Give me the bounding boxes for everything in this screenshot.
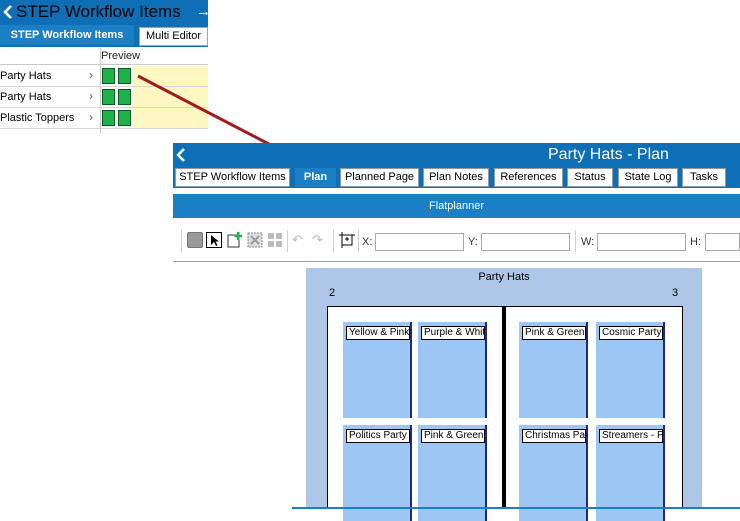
select-pointer-icon[interactable] — [206, 232, 222, 248]
back-chevron-icon[interactable] — [2, 4, 14, 20]
row-label: Plastic Toppers — [0, 112, 75, 124]
tab-plan[interactable]: Plan — [295, 168, 336, 187]
toolbar-separator — [333, 230, 334, 252]
toolbar-separator — [358, 230, 359, 252]
width-label: W: — [581, 236, 595, 248]
column-header-preview: Preview — [101, 50, 141, 62]
tab-status[interactable]: Status — [567, 168, 613, 187]
x-input[interactable] — [375, 233, 464, 251]
x-label: X: — [362, 236, 373, 248]
chevron-right-icon[interactable]: › — [89, 89, 93, 103]
item-label: Pink & Green P — [522, 326, 586, 340]
add-item-icon[interactable] — [227, 232, 243, 248]
tab-planned-page[interactable]: Planned Page — [340, 168, 419, 187]
item-label: Pink & Green P — [421, 429, 485, 443]
toolbar-separator — [181, 230, 182, 252]
item-label: Politics Party H — [346, 429, 410, 443]
grid-column-divider — [100, 48, 101, 133]
flatplanner-section-title: Flatplanner — [173, 194, 740, 218]
workflow-title: STEP Workflow Items — [16, 2, 181, 21]
tab-references[interactable]: References — [494, 168, 563, 187]
tab-multi-editor[interactable]: Multi Editor — [139, 27, 208, 46]
page-number-left: 2 — [329, 287, 336, 299]
height-input[interactable] — [705, 233, 740, 251]
canvas-title: Party Hats — [478, 271, 530, 283]
plan-item[interactable]: Yellow & Pink — [343, 322, 412, 418]
item-label: Christmas Party — [522, 429, 586, 443]
tab-plan-notes[interactable]: Plan Notes — [423, 168, 489, 187]
toolbar-separator — [287, 230, 288, 252]
toolbar-divider — [173, 261, 740, 262]
chevron-right-icon[interactable]: › — [89, 110, 93, 124]
y-label: Y: — [468, 236, 478, 248]
height-label: H: — [690, 236, 701, 248]
preview-swatch[interactable] — [102, 68, 115, 84]
plan-item[interactable]: Cosmic Party H — [596, 322, 665, 418]
plan-item[interactable]: Purple & White — [418, 322, 487, 418]
y-input[interactable] — [481, 233, 570, 251]
item-label: Streamers - Pu — [599, 429, 663, 443]
item-label: Purple & White — [421, 326, 485, 340]
grid-icon[interactable] — [267, 232, 283, 248]
tab-step-workflow-items[interactable]: STEP Workflow Items — [0, 25, 134, 45]
frame-tool-icon[interactable] — [187, 232, 203, 248]
page-number-right: 3 — [672, 287, 679, 299]
grid-header-divider — [0, 64, 208, 65]
preview-swatch[interactable] — [102, 89, 115, 105]
crop-frame-icon[interactable] — [339, 232, 355, 248]
item-label: Cosmic Party H — [599, 326, 663, 340]
tab-step-workflow-items[interactable]: STEP Workflow Items — [175, 168, 290, 187]
preview-swatch[interactable] — [102, 110, 115, 126]
delete-item-icon[interactable] — [247, 232, 263, 248]
expand-arrow-icon[interactable]: → — [196, 3, 211, 20]
plan-item[interactable]: Pink & Green P — [519, 322, 588, 418]
row-label: Party Hats — [0, 91, 52, 103]
back-chevron-icon[interactable] — [175, 147, 187, 163]
toolbar-separator — [575, 230, 576, 252]
chevron-right-icon[interactable]: › — [89, 68, 93, 82]
tab-state-log[interactable]: State Log — [618, 168, 678, 187]
item-label: Yellow & Pink — [346, 326, 410, 340]
width-input[interactable] — [597, 233, 686, 251]
undo-icon[interactable]: ↶ — [292, 232, 308, 248]
page-spine — [502, 306, 505, 509]
row-label: Party Hats — [0, 70, 52, 82]
tab-tasks[interactable]: Tasks — [682, 168, 726, 187]
redo-icon[interactable]: ↷ — [312, 232, 328, 248]
plan-title: Party Hats - Plan — [548, 146, 669, 163]
